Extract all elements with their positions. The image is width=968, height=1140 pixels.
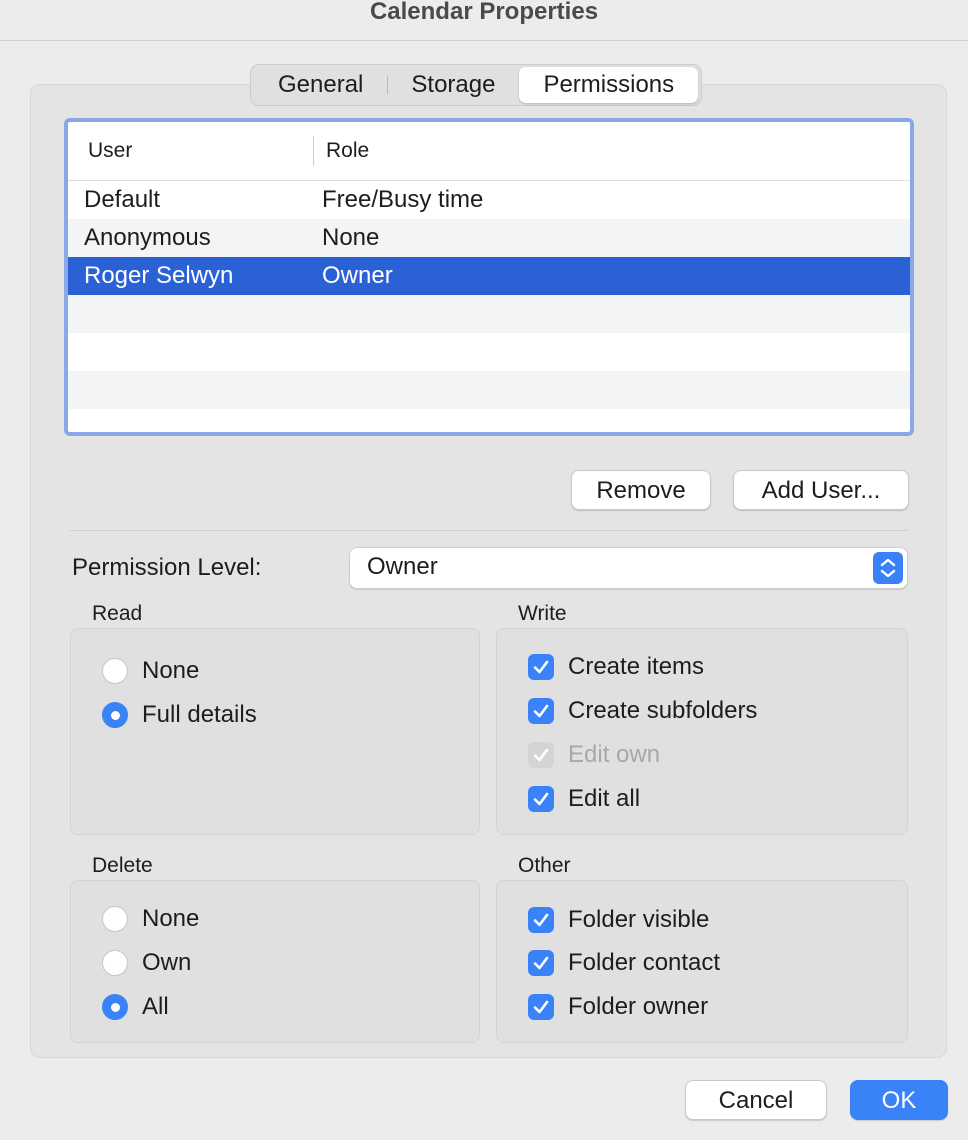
chevron-up-down-icon: [873, 552, 903, 584]
edit-own-label: Edit own: [568, 741, 661, 768]
create-subfolders-checkbox[interactable]: Create subfolders: [528, 697, 757, 725]
cell-user: Roger Selwyn: [84, 262, 234, 289]
read-full-details-radio[interactable]: Full details: [102, 701, 257, 729]
other-group-label: Other: [518, 854, 571, 877]
checkmark-icon: [528, 950, 554, 976]
empty-row: [68, 295, 910, 333]
folder-contact-checkbox[interactable]: Folder contact: [528, 949, 720, 977]
cell-user: Anonymous: [84, 224, 211, 251]
edit-all-checkbox[interactable]: Edit all: [528, 785, 640, 813]
create-items-checkbox[interactable]: Create items: [528, 653, 704, 681]
folder-visible-label: Folder visible: [568, 906, 710, 933]
read-full-details-label: Full details: [142, 701, 257, 728]
ok-button[interactable]: OK: [850, 1080, 948, 1120]
edit-all-label: Edit all: [568, 785, 641, 812]
read-none-label: None: [142, 657, 200, 684]
cell-user: Default: [84, 186, 161, 213]
permission-level-label: Permission Level:: [72, 554, 262, 581]
table-row-selected[interactable]: Roger Selwyn Owner: [68, 257, 910, 295]
divider: [70, 530, 908, 531]
table-row[interactable]: Anonymous None: [68, 219, 910, 257]
checkmark-icon: [528, 907, 554, 933]
title-bar: Calendar Properties: [0, 0, 968, 41]
cell-role: Free/Busy time: [322, 186, 484, 213]
radio-selected-icon: [102, 994, 128, 1020]
create-subfolders-label: Create subfolders: [568, 697, 758, 724]
read-group-label: Read: [92, 602, 143, 625]
users-table: User Role Default Free/Busy time Anonymo…: [64, 118, 914, 436]
checkmark-icon: [528, 786, 554, 812]
radio-selected-icon: [102, 702, 128, 728]
table-header: User Role: [68, 122, 910, 181]
delete-own-label: Own: [142, 949, 192, 976]
folder-visible-checkbox[interactable]: Folder visible: [528, 906, 709, 934]
cell-role: Owner: [322, 262, 393, 289]
remove-button[interactable]: Remove: [571, 470, 711, 510]
delete-all-radio[interactable]: All: [102, 993, 169, 1021]
delete-none-label: None: [142, 905, 200, 932]
empty-row: [68, 333, 910, 371]
tab-storage[interactable]: Storage: [387, 67, 519, 103]
table-row[interactable]: Default Free/Busy time: [68, 181, 910, 219]
delete-none-radio[interactable]: None: [102, 905, 199, 933]
tab-bar: General Storage Permissions: [250, 64, 703, 106]
cell-role: None: [322, 224, 380, 251]
folder-owner-label: Folder owner: [568, 993, 709, 1020]
cancel-button[interactable]: Cancel: [685, 1080, 827, 1120]
delete-own-radio[interactable]: Own: [102, 949, 191, 977]
permission-level-value: Owner: [367, 553, 438, 580]
checkmark-icon: [528, 698, 554, 724]
tab-permissions[interactable]: Permissions: [519, 67, 699, 103]
checkmark-icon: [528, 994, 554, 1020]
checkmark-icon: [528, 654, 554, 680]
radio-icon: [102, 906, 128, 932]
radio-icon: [102, 658, 128, 684]
empty-row: [68, 371, 910, 409]
read-none-radio[interactable]: None: [102, 657, 199, 685]
window-title: Calendar Properties: [369, 0, 599, 25]
column-header-role[interactable]: Role: [314, 136, 369, 166]
delete-group-label: Delete: [92, 854, 153, 877]
checkmark-icon: [528, 742, 554, 768]
edit-own-checkbox: Edit own: [528, 741, 660, 769]
folder-contact-label: Folder contact: [568, 949, 721, 976]
create-items-label: Create items: [568, 653, 705, 680]
column-header-user[interactable]: User: [68, 136, 314, 166]
add-user-button[interactable]: Add User...: [733, 470, 909, 510]
delete-all-label: All: [142, 993, 169, 1020]
write-group-label: Write: [518, 602, 567, 625]
folder-owner-checkbox[interactable]: Folder owner: [528, 993, 708, 1021]
permission-level-select[interactable]: Owner: [349, 547, 908, 589]
radio-icon: [102, 950, 128, 976]
tab-general[interactable]: General: [254, 67, 389, 103]
